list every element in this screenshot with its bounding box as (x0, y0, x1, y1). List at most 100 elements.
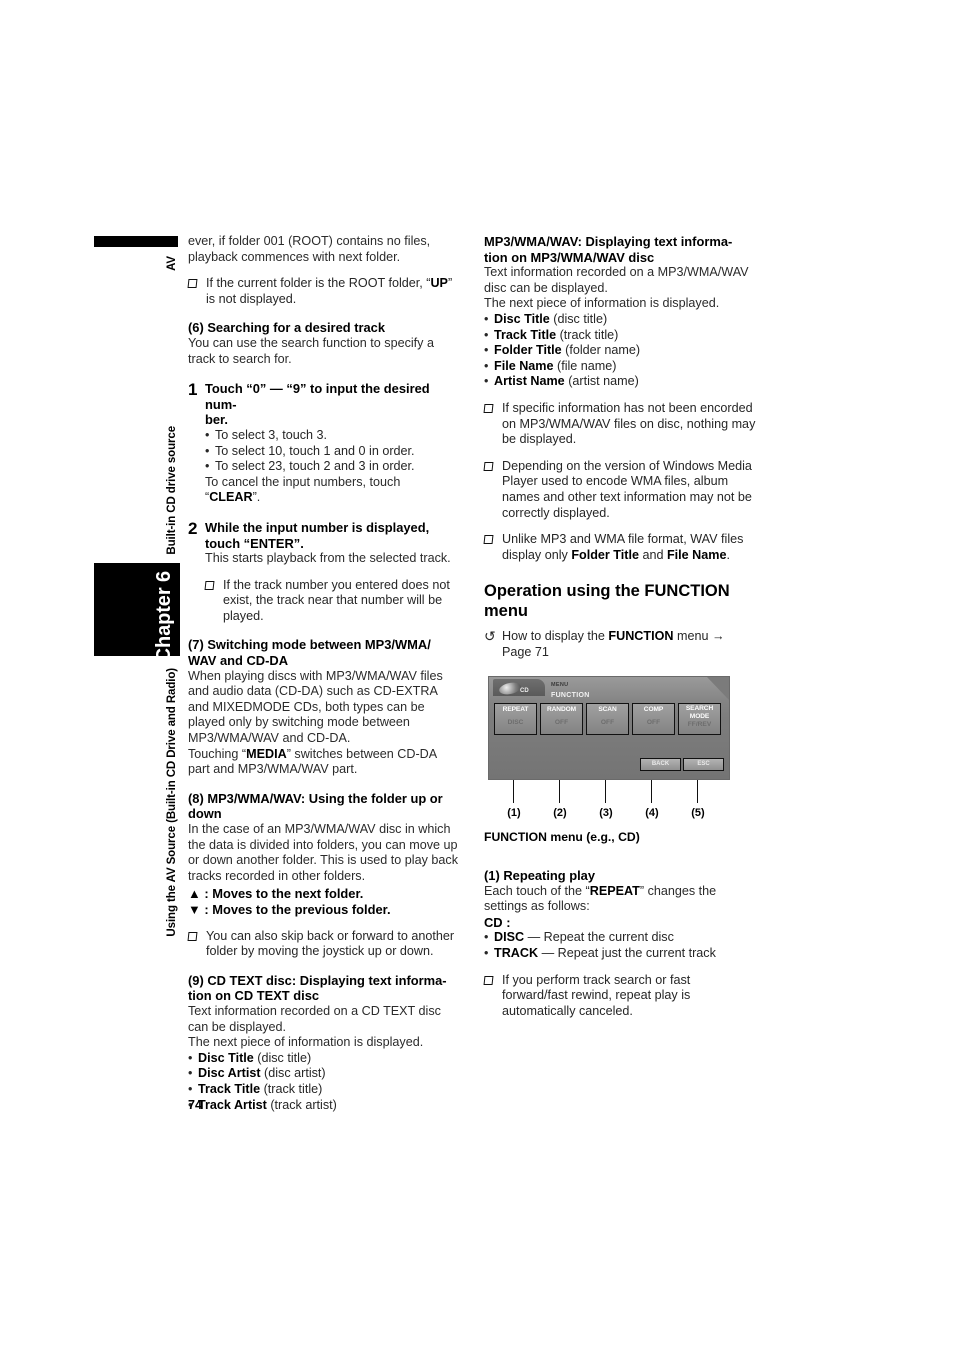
callout-3: (3) (599, 807, 613, 820)
screen-corner-decoration (707, 677, 729, 701)
step-1-title: Touch “0” — “9” to input the desired num… (205, 381, 460, 428)
step-1-body: • To select 3, touch 3. • To select 10, to… (205, 428, 460, 506)
note-text: Unlike MP3 and WMA file format, WAV file… (502, 532, 756, 563)
bullet-dot-icon: • (484, 358, 489, 373)
media-keyword: MEDIA (246, 746, 287, 761)
step-1-title-line-1: Touch “0” — “9” to input the desired num… (205, 381, 430, 412)
cdtext-item-1: • Disc Title (disc title) (188, 1051, 460, 1067)
bullet-text: Track Title (track title) (494, 328, 756, 344)
note-text: You can also skip back or forward to ano… (206, 928, 455, 959)
note-text-bold: UP (430, 276, 448, 291)
item-rest: — Repeat just the current track (541, 946, 716, 961)
right-column: MP3/WMA/WAV: Displaying text informa- ti… (483, 234, 756, 1020)
leader-line-4 (651, 780, 653, 804)
mp3-item-3: • Folder Title (folder name) (484, 343, 756, 359)
caption-middle: menu (e.g., (546, 830, 619, 845)
item-rest: (disc title) (257, 1050, 312, 1065)
note-bold-folder-title: Folder Title (571, 547, 639, 562)
chapter-block: Chapter 6 (94, 563, 180, 662)
note-text: If specific information has not been enc… (502, 400, 756, 447)
function-menu-screenshot: CD MENU FUNCTION REPEAT DISC RANDOM OFF … (488, 676, 730, 781)
item-bold: Folder Title (494, 343, 562, 358)
heading-function-line-2: menu (484, 602, 529, 621)
step-2-body: This starts playback from the selected t… (204, 551, 460, 625)
repeat-button[interactable]: REPEAT DISC (494, 703, 537, 736)
ref-page: Page 71 (502, 644, 549, 659)
note-text-a: If the current folder is the ROOT folder… (206, 276, 431, 291)
scan-button[interactable]: SCAN OFF (586, 703, 629, 736)
bullet-dot-icon: • (484, 327, 489, 342)
note-text: If the track number you entered does not… (223, 577, 450, 623)
item-rest: — Repeat the current disc (527, 930, 674, 945)
side-tab: AV Built-in CD drive source Chapter 6 Us… (94, 236, 180, 937)
bullet-dot-icon: • (484, 374, 489, 389)
mp3-text-body-2: The next piece of information is display… (484, 296, 720, 311)
note-root-folder: If the current folder is the ROOT folder… (187, 276, 460, 307)
step-2: 2 While the input number is displayed, t… (188, 520, 460, 551)
bullet-text: TRACK — Repeat just the current track (494, 946, 756, 962)
step-2-title-line-2: touch “ENTER”. (205, 535, 304, 551)
bullet-dot-icon: • (484, 343, 489, 358)
step-2-title: While the input number is displayed, tou… (205, 520, 429, 551)
bullet-text: Artist Name (artist name) (494, 374, 756, 390)
search-mode-button-label: SEARCH MODE (685, 705, 714, 721)
item-rest: (track title) (559, 327, 619, 342)
heading-function-line-1: Operation using the FUNCTION (484, 582, 730, 601)
step-1-cancel-line-2: “CLEAR”. (205, 490, 460, 506)
note-track-number: If the track number you entered does not… (204, 577, 460, 625)
bullet-dot-icon: • (484, 930, 489, 945)
step-2-body-text: This starts playback from the selected t… (205, 551, 451, 566)
reference-text: How to display the FUNCTION menu → Page 7… (502, 629, 756, 660)
heading-section-8-line-2: down (188, 806, 222, 822)
bullet-text: File Name (file name) (494, 359, 756, 375)
cdtext-item-4: • Track Artist (track artist) (188, 1098, 460, 1114)
note-no-info-encoded: If specific information has not been enc… (483, 400, 756, 448)
step-1-bullet-3: • To select 23, touch 2 and 3 in order. (205, 459, 460, 475)
step-1-title-line-2: ber. (205, 412, 228, 428)
function-menu-figure: CD MENU FUNCTION REPEAT DISC RANDOM OFF … (484, 676, 746, 846)
bullet-dot-icon: • (484, 311, 489, 326)
back-button[interactable]: BACK (640, 758, 681, 772)
random-button[interactable]: RANDOM OFF (540, 703, 583, 736)
item-rest: (folder name) (565, 343, 641, 358)
bullet-dot-icon: • (205, 459, 210, 474)
bullet-text: Folder Title (folder name) (494, 343, 756, 359)
note-square-icon (483, 459, 502, 521)
leader-line-2 (559, 780, 561, 804)
callout-2: (2) (553, 807, 567, 820)
clear-keyword: CLEAR (209, 490, 253, 505)
heading-section-7-line-2: WAV and CD-DA (188, 653, 289, 669)
bullet-dot-icon: • (484, 946, 489, 961)
item-bold: Disc Title (198, 1050, 254, 1065)
item-rest: (disc title) (553, 311, 608, 326)
bullet-text: Disc Artist (disc artist) (198, 1066, 460, 1082)
item-bold: File Name (494, 358, 554, 373)
mp3-item-5: • Artist Name (artist name) (484, 374, 756, 390)
item-rest: (track title) (263, 1081, 323, 1096)
callout-5: (5) (691, 807, 705, 820)
comp-button-label: COMP (643, 706, 664, 714)
callout-4: (4) (645, 807, 659, 820)
esc-button[interactable]: ESC (683, 758, 724, 772)
item-bold: TRACK (494, 946, 539, 961)
search-mode-button[interactable]: SEARCH MODE FF/REV (678, 703, 721, 736)
note-square-icon (187, 276, 206, 307)
leader-line-1 (513, 780, 515, 804)
note-bold-file-name: File Name (666, 547, 727, 562)
note-square-icon (483, 973, 502, 1020)
source-tab[interactable]: CD (493, 679, 545, 697)
heading-section-9-line-1: (9) CD TEXT disc: Displaying text inform… (188, 972, 447, 988)
note-repeat-canceled: If you perform track search or fast forw… (483, 973, 756, 1020)
repeat-item-disc: • DISC — Repeat the current disc (484, 930, 756, 946)
callout-leader-lines (484, 780, 746, 806)
bullet-dot-icon: • (205, 443, 210, 458)
heading-mp3-text-info: MP3/WMA/WAV: Displaying text informa- ti… (484, 234, 756, 265)
item-rest: (artist name) (568, 374, 639, 389)
note-text: Depending on the version of Windows Medi… (502, 458, 752, 520)
cd-disc-icon (498, 681, 522, 697)
section-9-body-2: The next piece of information is display… (188, 1035, 424, 1050)
note-square-icon (483, 401, 502, 448)
search-mode-button-value: FF/REV (687, 720, 712, 728)
item-bold: DISC (494, 930, 525, 945)
comp-button[interactable]: COMP OFF (632, 703, 675, 736)
